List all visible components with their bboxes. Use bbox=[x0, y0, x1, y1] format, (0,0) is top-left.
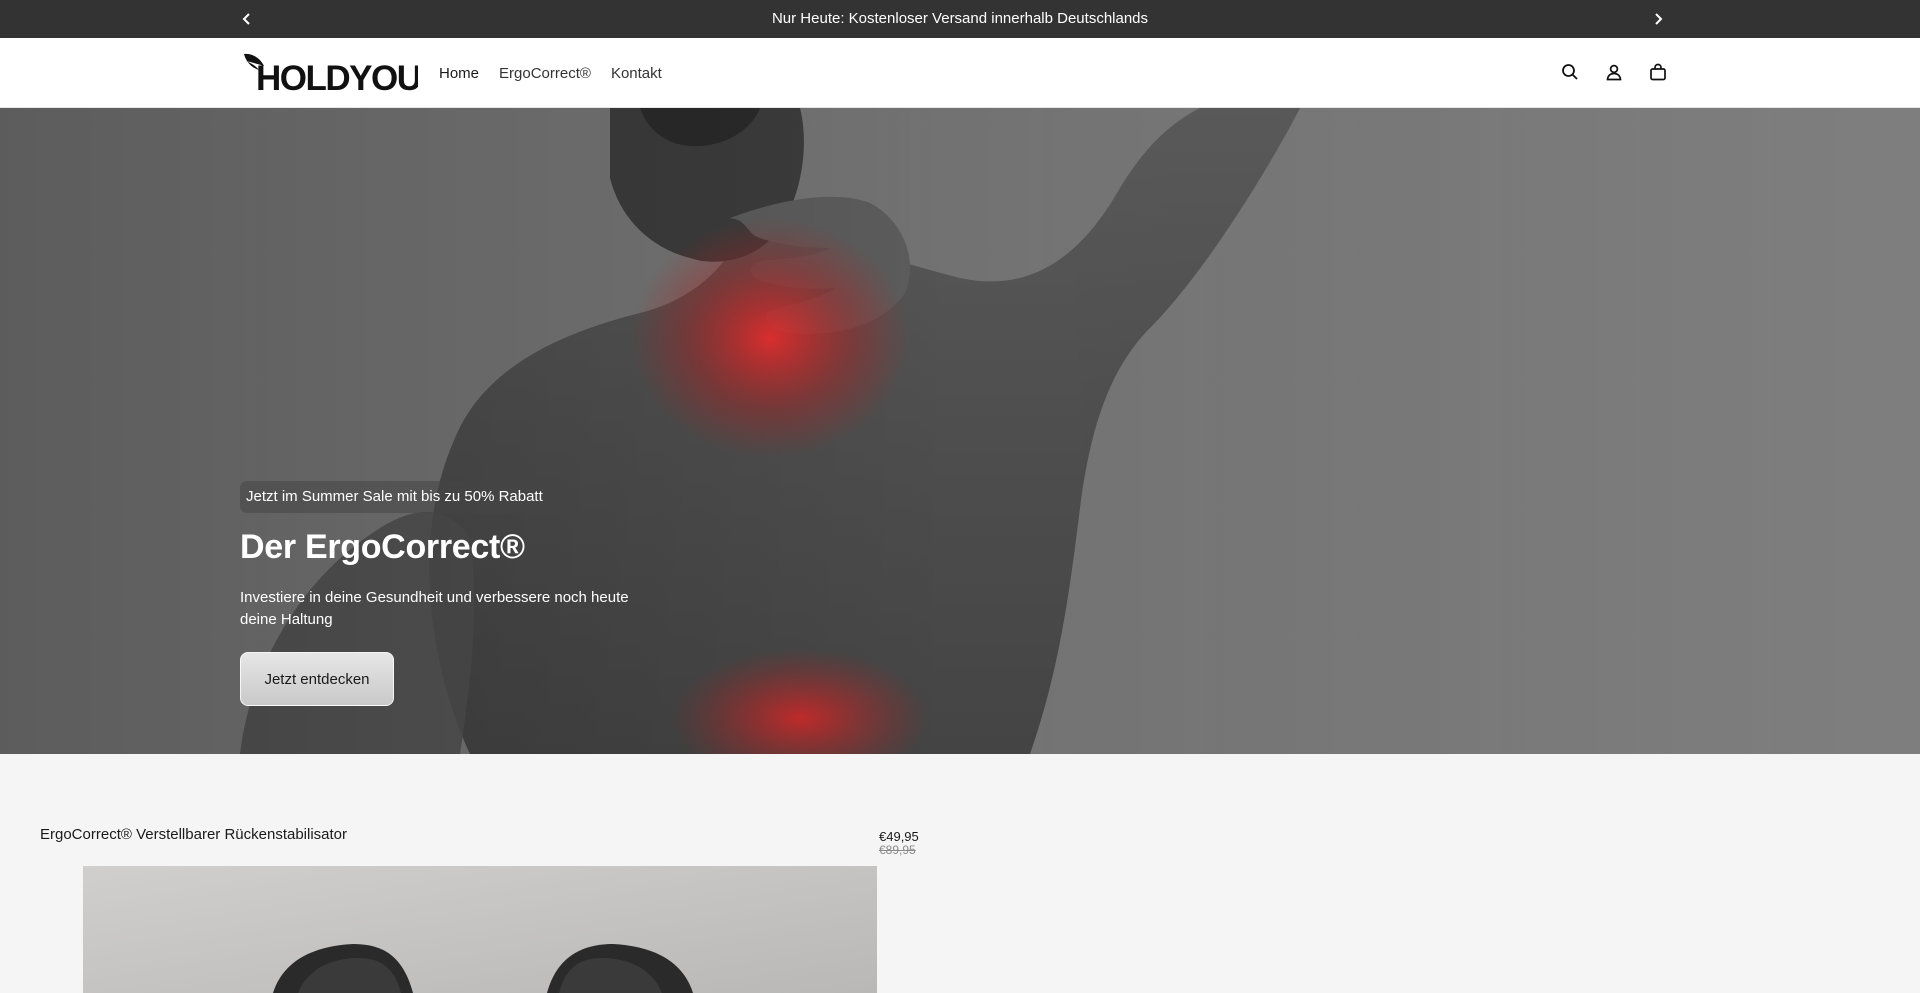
logo-mark: HOLDYOU bbox=[244, 53, 422, 98]
product-price: €49,95 bbox=[879, 829, 919, 844]
main-nav: Home ErgoCorrect® Kontakt bbox=[439, 38, 662, 108]
announcement-message: Nur Heute: Kostenloser Versand innerhalb… bbox=[771, 10, 1149, 27]
hero-subtitle: Investiere in deine Gesundheit und verbe… bbox=[240, 589, 629, 628]
product-image[interactable] bbox=[83, 866, 877, 993]
nav-home[interactable]: Home bbox=[439, 65, 479, 82]
hero-title: Der ErgoCorrect® bbox=[240, 528, 525, 566]
announcement-bar: Nur Heute: Kostenloser Versand innerhalb… bbox=[0, 0, 1920, 38]
account-icon[interactable] bbox=[1602, 60, 1626, 84]
nav-kontakt[interactable]: Kontakt bbox=[611, 65, 662, 82]
chevron-right-icon[interactable] bbox=[1648, 9, 1668, 29]
hero-banner: Jetzt im Summer Sale mit bis zu 50% Raba… bbox=[0, 108, 1920, 754]
header-icons bbox=[1558, 60, 1670, 84]
logo-text: HOLDYOU bbox=[256, 59, 418, 94]
search-icon[interactable] bbox=[1558, 60, 1582, 84]
site-header: HOLDYOU Home ErgoCorrect® Kontakt bbox=[0, 38, 1920, 108]
product-photo bbox=[273, 944, 693, 993]
featured-product: ErgoCorrect® Verstellbarer Rückenstabili… bbox=[0, 754, 1920, 993]
product-title[interactable]: ErgoCorrect® Verstellbarer Rückenstabili… bbox=[40, 826, 347, 843]
discover-button[interactable]: Jetzt entdecken bbox=[240, 652, 394, 706]
cart-icon[interactable] bbox=[1646, 60, 1670, 84]
product-old-price: €89,95 bbox=[879, 843, 916, 857]
nav-ergocorrect[interactable]: ErgoCorrect® bbox=[499, 65, 591, 82]
sale-badge: Jetzt im Summer Sale mit bis zu 50% Raba… bbox=[240, 481, 549, 513]
logo[interactable]: HOLDYOU bbox=[242, 52, 422, 98]
